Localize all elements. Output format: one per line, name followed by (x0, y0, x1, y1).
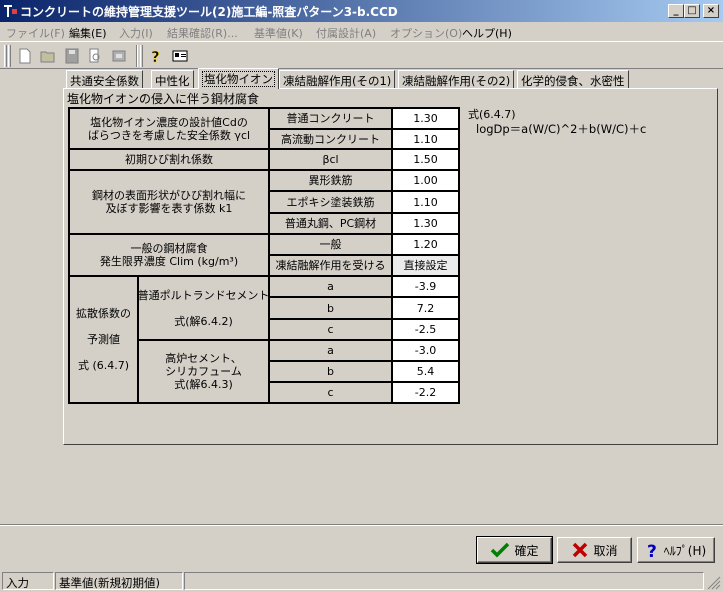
menu-options[interactable]: オプション(O) (390, 25, 462, 41)
value-epoxy-coated-bar[interactable]: 1.10 (392, 191, 459, 213)
menu-file[interactable]: ファイル(F) (6, 25, 65, 41)
save-icon[interactable] (62, 46, 82, 66)
tab-carbonation[interactable]: 中性化 (151, 70, 194, 88)
resize-grip-icon[interactable] (707, 576, 721, 590)
label-epoxy-coated-bar: エポキシ塗装鉄筋 (269, 191, 392, 213)
direct-setting-button[interactable]: 直接設定 (392, 255, 459, 276)
tab-freeze-thaw-2[interactable]: 凍結融解作用(その2) (398, 70, 515, 88)
label-coef-b: b (269, 297, 392, 319)
menu-help[interactable]: ヘルプ(H) (462, 25, 512, 41)
label-beta-cl: βcl (269, 149, 392, 170)
label-high-fluidity-concrete: 高流動コンクリート (269, 129, 392, 149)
menu-standard[interactable]: 基準値(K) (254, 25, 303, 41)
toolbar-grip[interactable] (140, 45, 143, 67)
label-deformed-bar: 異形鉄筋 (269, 170, 392, 191)
menu-bar: ファイル(F) 編集(E) 入力(I) 結果確認(R)... 基準値(K) 付属… (0, 22, 723, 41)
toolbar: ? (0, 41, 723, 69)
label-freeze-thaw: 凍結融解作用を受ける (269, 255, 392, 276)
menu-attached-design[interactable]: 付属設計(A) (316, 25, 376, 41)
toolbar-grip[interactable] (4, 45, 7, 67)
status-basis: 基準値(新規初期値) (55, 572, 183, 590)
label-diffusion-prediction: 拡散係数の 予測値 式 (6.4.7) (69, 276, 138, 403)
tab-freeze-thaw-1[interactable]: 凍結融解作用(その1) (279, 70, 396, 88)
status-bar: 入力 基準値(新規初期値) (0, 570, 723, 592)
label-k1-factor: 鋼材の表面形状がひび割れ幅に 及ぼす影響を表す係数 k1 (69, 170, 269, 234)
status-mode: 入力 (2, 572, 54, 590)
help-question-icon[interactable]: ? (146, 46, 166, 66)
menu-result[interactable]: 結果確認(R)... (167, 25, 238, 41)
value-blast-a[interactable]: -3.0 (392, 340, 459, 361)
app-icon (4, 5, 17, 17)
toolbar-grip[interactable] (8, 45, 11, 67)
ok-button[interactable]: 確定 (476, 536, 553, 564)
window-title: コンクリートの維持管理支援ツール(2)施工編-照査パターン3-b.CCD (20, 5, 398, 19)
close-button[interactable]: × (703, 4, 719, 18)
cancel-x-icon (573, 542, 588, 558)
label-general: 一般 (269, 234, 392, 255)
value-portland-a[interactable]: -3.9 (392, 276, 459, 297)
label-clim: 一般の鋼材腐食 発生限界濃度 Clim (kg/m³) (69, 234, 269, 276)
menu-input[interactable]: 入力(I) (119, 25, 153, 41)
label-coef-a: a (269, 340, 392, 361)
print-preview-icon[interactable] (85, 46, 105, 66)
value-plain-bar-pc[interactable]: 1.30 (392, 213, 459, 234)
section-title: 塩化物イオンの侵入に伴う鋼材腐食 (67, 92, 260, 106)
title-bar: コンクリートの維持管理支援ツール(2)施工編-照査パターン3-b.CCD _ □… (0, 0, 723, 22)
cancel-button[interactable]: 取消 (557, 537, 632, 563)
tab-chemical-watertight[interactable]: 化学的侵食、水密性 (517, 70, 629, 88)
svg-text:?: ? (151, 48, 160, 66)
label-normal-concrete: 普通コンクリート (269, 108, 392, 129)
label-coef-c: c (269, 319, 392, 340)
value-normal-concrete[interactable]: 1.30 (392, 108, 459, 129)
export-icon[interactable] (109, 46, 129, 66)
new-file-icon[interactable] (15, 46, 35, 66)
tab-chloride[interactable]: 塩化物イオン (198, 68, 279, 89)
value-beta-cl[interactable]: 1.50 (392, 149, 459, 170)
value-portland-c[interactable]: -2.5 (392, 319, 459, 340)
help-button[interactable]: ? ﾍﾙﾌﾟ(H) (637, 537, 715, 563)
label-blast-furnace-silica: 高炉セメント、 シリカフューム 式(解6.4.3) (138, 340, 269, 403)
minimize-button[interactable]: _ (668, 4, 684, 18)
check-icon (491, 542, 510, 558)
bottom-separator (0, 524, 723, 526)
tab-common-safety[interactable]: 共通安全係数 (66, 70, 143, 88)
id-card-icon[interactable] (170, 46, 190, 66)
value-general[interactable]: 1.20 (392, 234, 459, 255)
value-deformed-bar[interactable]: 1.00 (392, 170, 459, 191)
value-portland-b[interactable]: 7.2 (392, 297, 459, 319)
label-chloride-safety-factor: 塩化物イオン濃度の設計値Cdの ばらつきを考慮した安全係数 γcl (69, 108, 269, 149)
value-high-fluidity-concrete[interactable]: 1.10 (392, 129, 459, 149)
status-empty (184, 572, 704, 590)
label-initial-crack-factor: 初期ひび割れ係数 (69, 149, 269, 170)
label-coef-c: c (269, 382, 392, 403)
toolbar-separator (136, 45, 138, 67)
label-coef-a: a (269, 276, 392, 297)
open-folder-icon[interactable] (38, 46, 58, 66)
svg-text:?: ? (647, 542, 657, 559)
label-coef-b: b (269, 361, 392, 382)
label-plain-bar-pc: 普通丸鋼、PC鋼材 (269, 213, 392, 234)
maximize-button[interactable]: □ (684, 4, 700, 18)
formula-text: logDp＝a(W/C)^2＋b(W/C)＋c (476, 122, 647, 136)
formula-ref: 式(6.4.7) (468, 108, 516, 121)
value-blast-b[interactable]: 5.4 (392, 361, 459, 382)
value-blast-c[interactable]: -2.2 (392, 382, 459, 403)
label-portland-cement: 普通ポルトランドセメント 式(解6.4.2) (138, 276, 269, 340)
help-question-icon: ? (647, 542, 657, 559)
menu-edit[interactable]: 編集(E) (69, 25, 107, 41)
